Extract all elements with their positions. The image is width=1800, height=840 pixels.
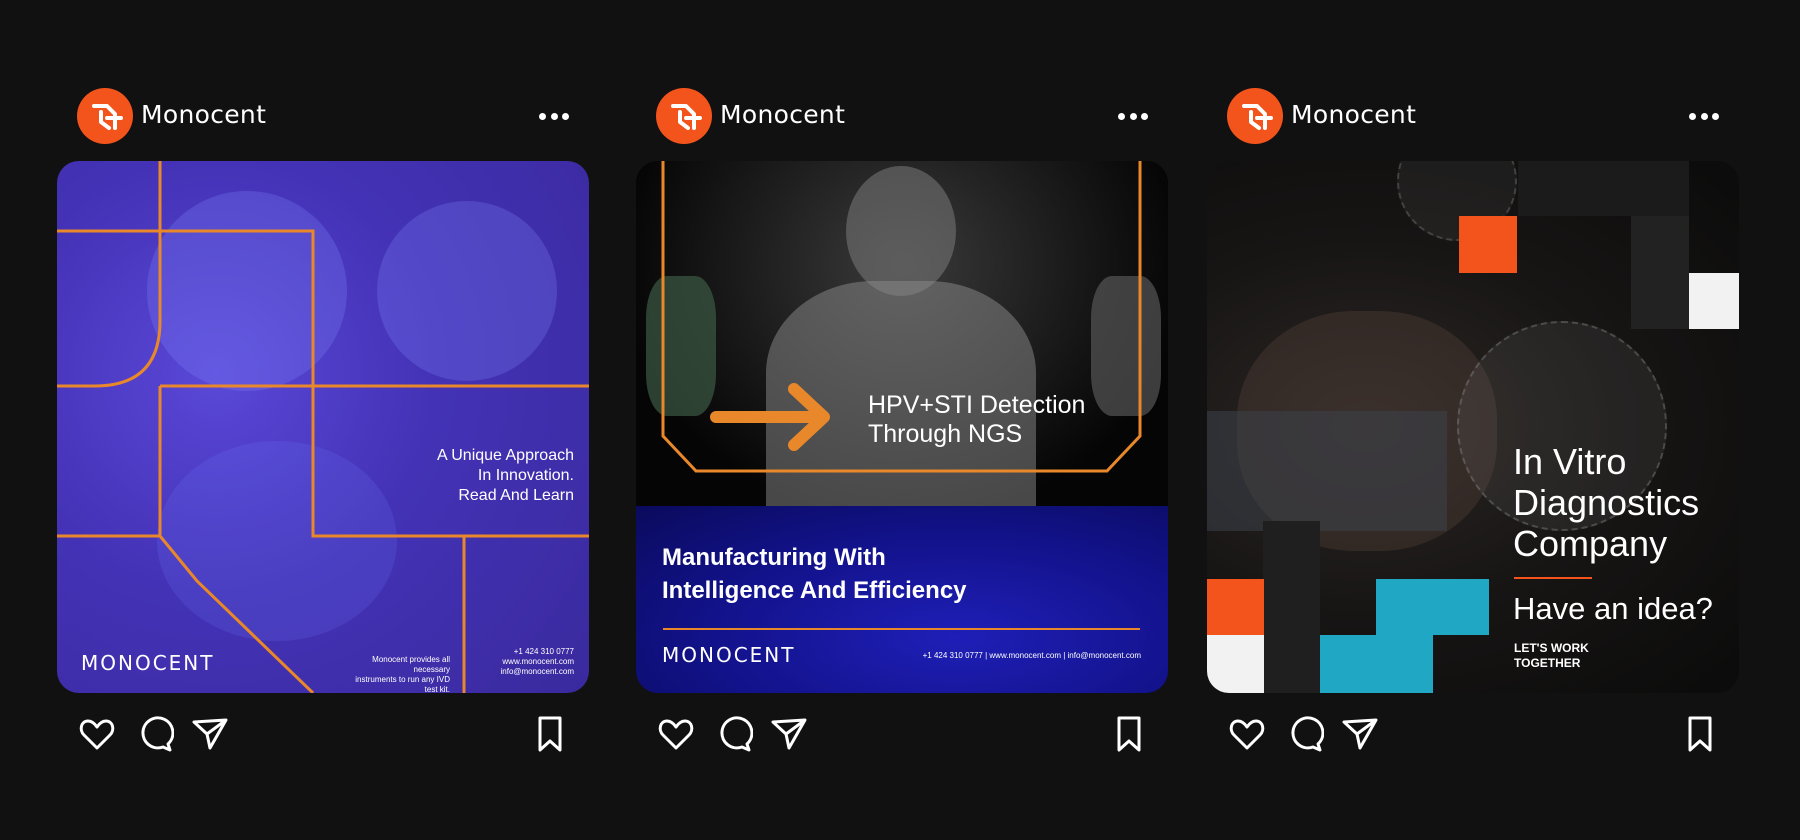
contact-text: +1 424 310 0777 | www.monocent.com | inf… — [922, 651, 1141, 660]
caption-line: A Unique Approach — [437, 447, 574, 464]
block-white — [1207, 635, 1264, 693]
post-title: In Vitro Diagnostics Company — [1513, 441, 1699, 564]
post-actions — [57, 714, 589, 764]
heart-icon[interactable] — [656, 714, 696, 754]
post-2: Monocent HPV+STI Detection Through NGS M… — [636, 86, 1168, 752]
headline-line: Manufacturing With — [662, 544, 886, 571]
block-dark — [1518, 161, 1689, 216]
heart-icon[interactable] — [77, 714, 117, 754]
avatar[interactable] — [77, 88, 133, 144]
post-3: Monocent In Vitro Diagnostics Company Ha… — [1207, 86, 1739, 752]
post-image[interactable]: A Unique Approach In Innovation. Read An… — [57, 161, 589, 693]
block-teal — [1376, 579, 1489, 635]
title-line: Diagnostics — [1513, 482, 1700, 523]
block-orange — [1207, 579, 1264, 635]
post-image[interactable]: HPV+STI Detection Through NGS Manufactur… — [636, 161, 1168, 693]
caption-line: Read And Learn — [458, 487, 574, 504]
idea-text: Have an idea? — [1513, 591, 1713, 626]
footer-line: Monocent provides all necessary — [372, 655, 450, 674]
post-header: Monocent — [57, 86, 589, 146]
brand-logo: MONOCENT — [662, 643, 796, 667]
comment-icon[interactable] — [1284, 714, 1324, 754]
post-1: Monocent A Unique Approach In Innovation… — [57, 86, 589, 752]
cta-line: LET'S WORK — [1514, 641, 1589, 655]
bookmark-icon[interactable] — [1114, 714, 1144, 754]
overlay-line: Through NGS — [868, 420, 1023, 448]
overlay-line: HPV+STI Detection — [868, 391, 1086, 419]
mask-shape — [1207, 411, 1447, 531]
block-orange — [1459, 216, 1517, 273]
orange-divider — [1514, 577, 1592, 579]
post-image[interactable]: In Vitro Diagnostics Company Have an ide… — [1207, 161, 1739, 693]
contact-line: www.monocent.com — [502, 657, 574, 666]
post-actions — [1207, 714, 1739, 764]
username[interactable]: Monocent — [1291, 100, 1416, 129]
footer-line: instruments to run any IVD test kit. — [355, 675, 450, 693]
avatar[interactable] — [656, 88, 712, 144]
contact-text: +1 424 310 0777 www.monocent.com info@mo… — [501, 647, 575, 677]
post-headline: Manufacturing With Intelligence And Effi… — [662, 541, 967, 607]
headline-line: Intelligence And Efficiency — [662, 577, 967, 604]
bookmark-icon[interactable] — [535, 714, 565, 754]
brand-logo: MONOCENT — [81, 651, 215, 675]
post-header: Monocent — [1207, 86, 1739, 146]
contact-line: info@monocent.com — [500, 667, 575, 676]
block-white — [1689, 273, 1739, 329]
monocent-logo-icon — [92, 104, 123, 130]
monocent-logo-icon — [1242, 104, 1273, 130]
more-options-icon[interactable] — [539, 106, 569, 126]
username[interactable]: Monocent — [720, 100, 845, 129]
monocent-logo-icon — [671, 104, 702, 130]
cta-line: TOGETHER — [1514, 656, 1581, 670]
block-teal — [1320, 635, 1433, 693]
heart-icon[interactable] — [1227, 714, 1267, 754]
block-dark — [1631, 216, 1689, 329]
comment-icon[interactable] — [134, 714, 174, 754]
paper-plane-icon[interactable] — [190, 714, 230, 754]
username[interactable]: Monocent — [141, 100, 266, 129]
title-line: In Vitro — [1513, 441, 1627, 482]
title-line: Company — [1513, 523, 1668, 564]
more-options-icon[interactable] — [1118, 106, 1148, 126]
paper-plane-icon[interactable] — [1340, 714, 1380, 754]
paper-plane-icon[interactable] — [769, 714, 809, 754]
footer-text: Monocent provides all necessary instrume… — [350, 655, 450, 693]
post-actions — [636, 714, 1168, 764]
comment-icon[interactable] — [713, 714, 753, 754]
orange-line-pattern — [57, 161, 589, 693]
contact-line: +1 424 310 0777 — [513, 647, 574, 656]
bookmark-icon[interactable] — [1685, 714, 1715, 754]
avatar[interactable] — [1227, 88, 1283, 144]
caption-line: In Innovation. — [477, 467, 574, 484]
cta-text: LET'S WORK TOGETHER — [1514, 641, 1589, 671]
post-caption: A Unique Approach In Innovation. Read An… — [437, 446, 574, 506]
post-overlay-text: HPV+STI Detection Through NGS — [868, 391, 1085, 449]
more-options-icon[interactable] — [1689, 106, 1719, 126]
block-dark — [1263, 521, 1320, 693]
post-header: Monocent — [636, 86, 1168, 146]
